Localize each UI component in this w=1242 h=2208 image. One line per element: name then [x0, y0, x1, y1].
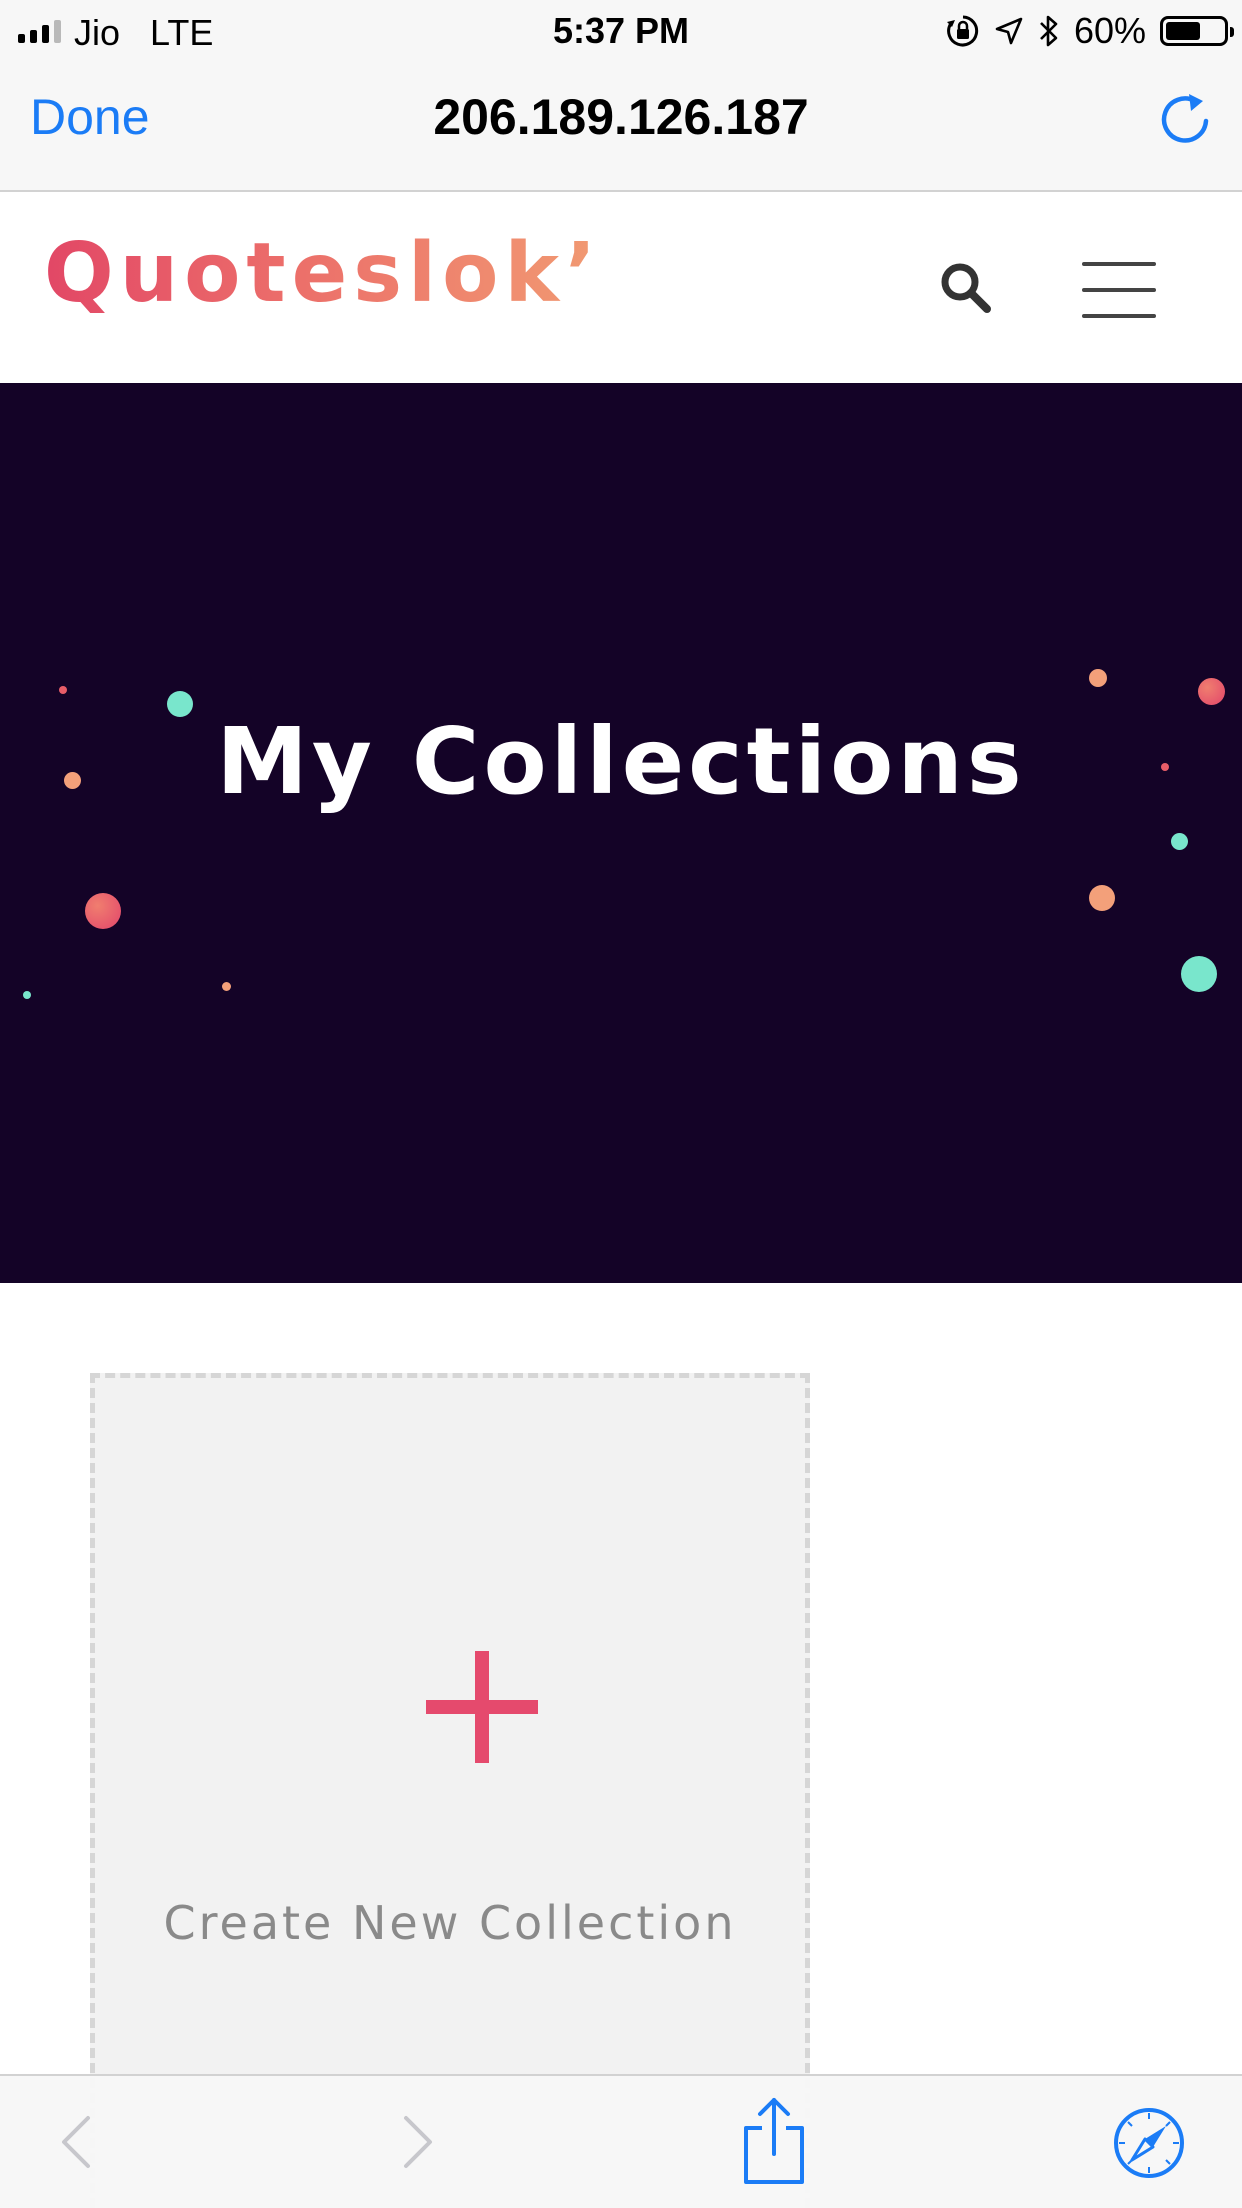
search-icon[interactable]: [936, 258, 998, 320]
browser-toolbar: [0, 2074, 1242, 2208]
status-bar: Jio LTE 5:37 PM 60%: [0, 0, 1242, 62]
decorative-dot: [1198, 678, 1225, 705]
battery-percent: 60%: [1073, 10, 1146, 51]
battery-level-fill: [1166, 22, 1200, 40]
plus-icon: [426, 1651, 538, 1763]
location-arrow-icon: [994, 16, 1024, 46]
site-logo[interactable]: Quoteslok’: [44, 226, 602, 321]
decorative-dot: [59, 686, 67, 694]
battery-icon: [1160, 16, 1234, 46]
decorative-dot: [1181, 956, 1217, 992]
decorative-dot: [1089, 885, 1115, 911]
decorative-dot: [222, 982, 231, 991]
url-display: 206.189.126.187: [433, 89, 809, 145]
bluetooth-icon: [1038, 13, 1060, 49]
status-icons: 60%: [946, 10, 1234, 52]
hero-banner: My Collections: [0, 383, 1242, 1283]
decorative-dot: [1171, 833, 1188, 850]
forward-arrow-icon[interactable]: [380, 2106, 450, 2176]
decorative-dot: [85, 893, 121, 929]
reload-icon[interactable]: [1154, 88, 1216, 150]
hamburger-menu-icon[interactable]: [1082, 260, 1156, 320]
create-collection-label: Create New Collection: [163, 1896, 737, 1950]
browser-nav-bar: Done 206.189.126.187: [0, 62, 1242, 192]
safari-compass-icon[interactable]: [1112, 2106, 1186, 2180]
back-arrow-icon[interactable]: [44, 2106, 114, 2176]
site-header: Quoteslok’: [0, 192, 1242, 383]
share-icon[interactable]: [738, 2096, 810, 2186]
page-title: My Collections: [216, 708, 1026, 815]
decorative-dot: [23, 991, 31, 999]
orientation-lock-icon: [946, 14, 980, 48]
decorative-dot: [1089, 669, 1107, 687]
